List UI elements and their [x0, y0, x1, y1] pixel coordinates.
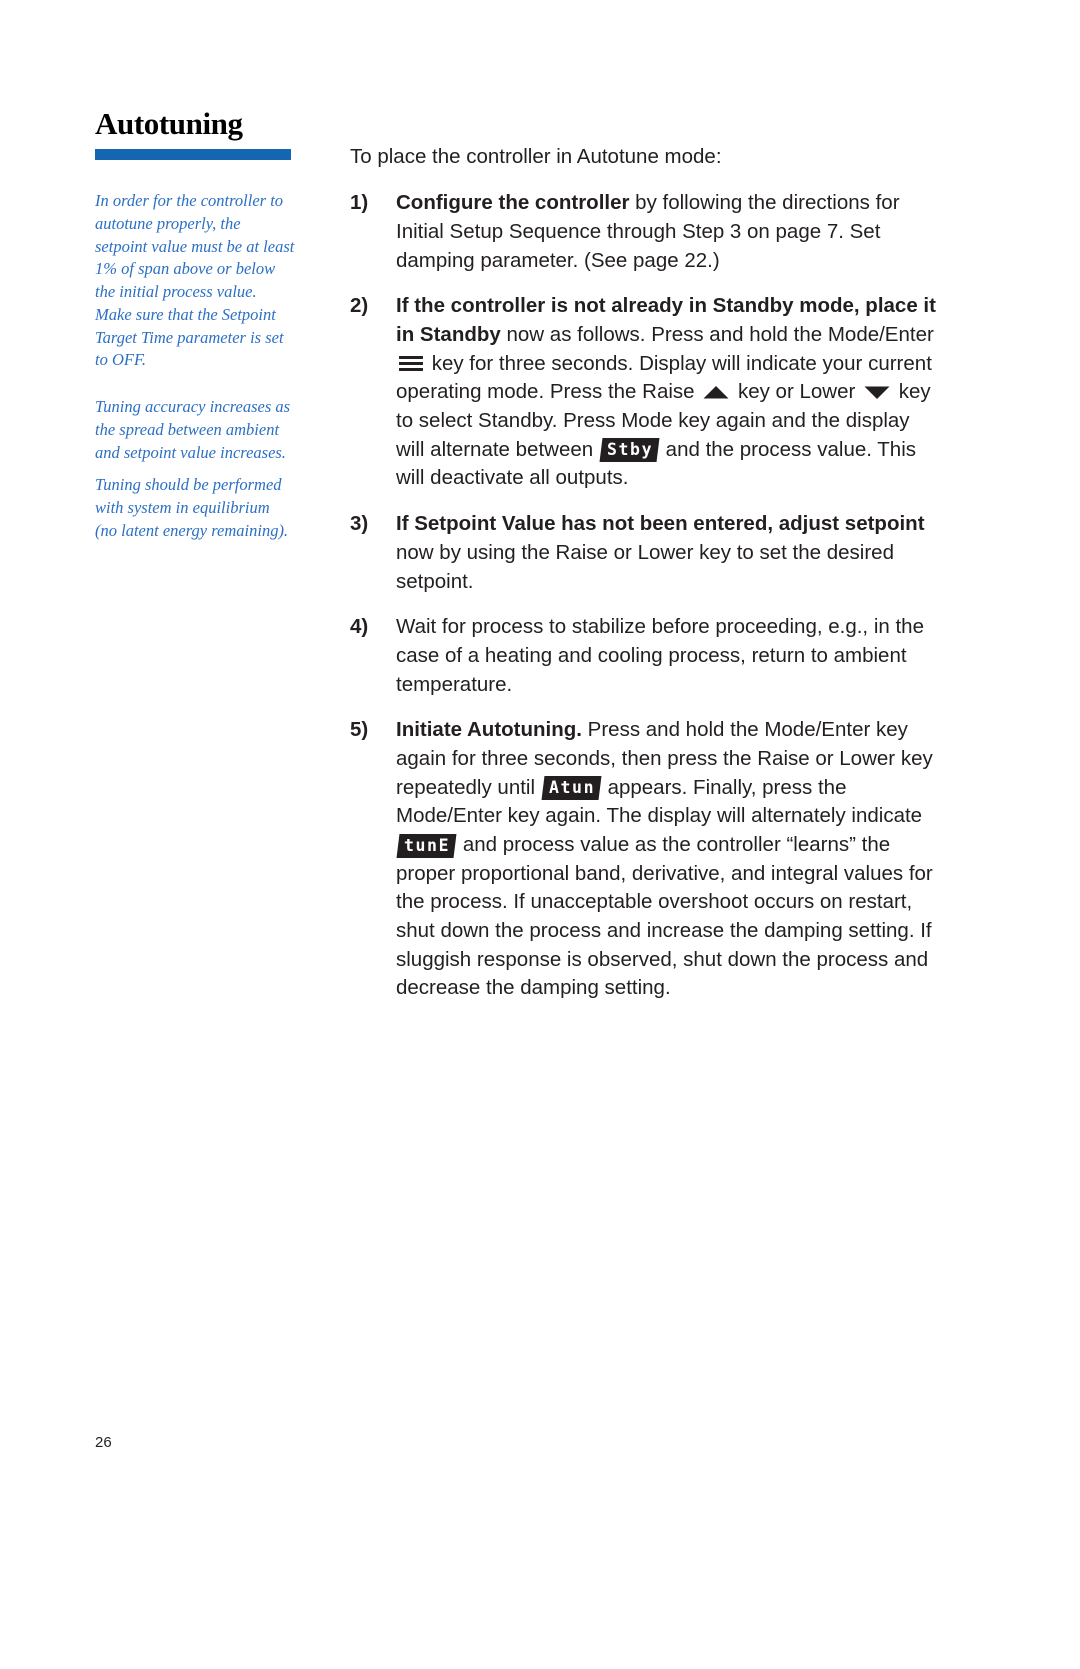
lower-key-icon: [864, 385, 890, 400]
step-item-4: 4) Wait for process to stabilize before …: [350, 613, 936, 699]
step-number-2: 2): [350, 294, 369, 318]
led-display-standby: Stby: [599, 438, 660, 463]
led-display-tune: tunE: [396, 833, 457, 858]
step-body-2: If the controller is not already in Stan…: [396, 292, 936, 493]
step-text-5c: and process value as the controller “lea…: [396, 833, 933, 1000]
step-item-3: 3) If Setpoint Value has not been entere…: [350, 510, 936, 596]
step-body-3: If Setpoint Value has not been entered, …: [396, 510, 936, 596]
document-page: Autotuning In order for the controller t…: [0, 0, 1080, 1669]
step-lead-3: If Setpoint Value has not been entered, …: [396, 512, 925, 536]
title-accent-rule: [95, 149, 291, 160]
step-lead-1: Configure the controller: [396, 191, 630, 215]
step-lead-5: Initiate Autotuning.: [396, 718, 582, 742]
step-body-5: Initiate Autotuning. Press and hold the …: [396, 716, 936, 1003]
step-number-3: 3): [350, 512, 369, 536]
step-item-5: 5) Initiate Autotuning. Press and hold t…: [350, 716, 936, 1003]
sidebar-notes: In order for the controller to autotune …: [95, 190, 295, 543]
step-rest-3: now by using the Raise or Lower key to s…: [396, 540, 894, 593]
main-content: To place the controller in Autotune mode…: [350, 143, 936, 1020]
step-item-2: 2) If the controller is not already in S…: [350, 292, 936, 493]
led-display-atun: Atun: [541, 776, 602, 801]
step-rest-4: Wait for process to stabilize before pro…: [396, 615, 924, 696]
step-list: 1) Configure the controller by following…: [350, 189, 936, 1003]
step-number-1: 1): [350, 191, 369, 215]
step-body-4: Wait for process to stabilize before pro…: [396, 613, 936, 699]
step-number-5: 5): [350, 718, 369, 742]
intro-text: To place the controller in Autotune mode…: [350, 145, 722, 168]
step-body-1: Configure the controller by following th…: [396, 189, 936, 275]
sidebar-note-1: In order for the controller to autotune …: [95, 191, 295, 370]
page-number: 26: [95, 1434, 112, 1451]
step-text-2c: key or Lower: [732, 380, 861, 404]
mode-enter-key-icon: [399, 355, 423, 372]
raise-key-icon: [703, 385, 729, 400]
page-title: Autotuning: [95, 106, 243, 141]
step-text-2a: now as follows. Press and hold the Mode/…: [500, 323, 934, 347]
sidebar: Autotuning In order for the controller t…: [95, 108, 295, 567]
step-number-4: 4): [350, 615, 369, 639]
sidebar-note-3: Tuning should be performed with system i…: [95, 475, 289, 540]
step-item-1: 1) Configure the controller by following…: [350, 189, 936, 275]
sidebar-note-2: Tuning accuracy increases as the spread …: [95, 397, 291, 462]
